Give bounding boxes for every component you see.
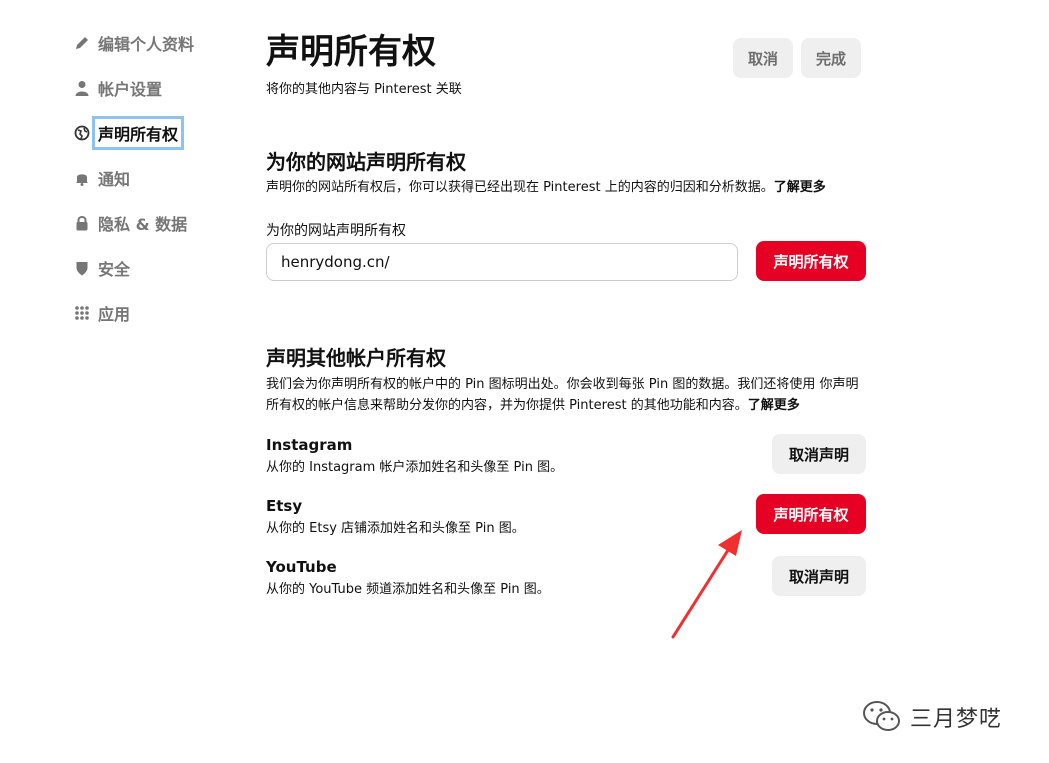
website-url-input[interactable] xyxy=(266,243,738,281)
account-description: 从你的 YouTube 频道添加姓名和头像至 Pin 图。 xyxy=(266,582,550,597)
done-button[interactable]: 完成 xyxy=(801,38,861,78)
sidebar-item-apps[interactable]: 应用 xyxy=(74,298,234,328)
lock-icon xyxy=(74,215,90,231)
settings-sidebar: 编辑个人资料 帐户设置 声明所有权 通知 隐私 & 数据 安全 应用 xyxy=(74,28,234,343)
sidebar-item-label: 安全 xyxy=(98,260,131,279)
website-section-title: 为你的网站声明所有权 xyxy=(266,150,466,174)
website-section-description: 声明你的网站所有权后，你可以获得已经出现在 Pinterest 上的内容的归因和… xyxy=(266,177,866,198)
shield-icon xyxy=(74,260,90,276)
annotation-arrow-icon xyxy=(671,530,742,639)
claim-website-button[interactable]: 声明所有权 xyxy=(756,241,866,281)
learn-more-link[interactable]: 了解更多 xyxy=(748,398,800,413)
account-name: Etsy xyxy=(266,497,303,515)
accounts-section-title: 声明其他帐户所有权 xyxy=(266,346,446,370)
claim-etsy-button[interactable]: 声明所有权 xyxy=(756,494,866,534)
learn-more-link[interactable]: 了解更多 xyxy=(774,180,826,195)
account-row-youtube: YouTube 从你的 YouTube 频道添加姓名和头像至 Pin 图。 取消… xyxy=(266,556,866,602)
unclaim-youtube-button[interactable]: 取消声明 xyxy=(772,556,866,596)
sidebar-item-security[interactable]: 安全 xyxy=(74,253,234,283)
accounts-section-description: 我们会为你声明所有权的帐户中的 Pin 图标明出处。你会收到每张 Pin 图的数… xyxy=(266,374,866,416)
sidebar-item-label: 声明所有权 xyxy=(92,116,185,150)
account-description: 从你的 Etsy 店铺添加姓名和头像至 Pin 图。 xyxy=(266,521,525,536)
sidebar-item-label: 帐户设置 xyxy=(98,80,163,99)
watermark: 三月梦呓 xyxy=(862,700,1002,734)
website-description-text: 声明你的网站所有权后，你可以获得已经出现在 Pinterest 上的内容的归因和… xyxy=(266,180,774,195)
account-row-instagram: Instagram 从你的 Instagram 帐户添加姓名和头像至 Pin 图… xyxy=(266,434,866,480)
pencil-icon xyxy=(74,35,90,51)
sidebar-item-notifications[interactable]: 通知 xyxy=(74,163,234,193)
cancel-button[interactable]: 取消 xyxy=(733,38,793,78)
sidebar-item-label: 应用 xyxy=(98,305,131,324)
wechat-icon xyxy=(863,701,900,731)
account-row-etsy: Etsy 从你的 Etsy 店铺添加姓名和头像至 Pin 图。 声明所有权 xyxy=(266,494,866,541)
bell-icon xyxy=(74,170,90,186)
grid-icon xyxy=(74,305,90,321)
sidebar-item-label: 隐私 & 数据 xyxy=(98,215,188,234)
sidebar-item-account-settings[interactable]: 帐户设置 xyxy=(74,73,234,103)
page-subtitle: 将你的其他内容与 Pinterest 关联 xyxy=(266,82,462,97)
sidebar-item-edit-profile[interactable]: 编辑个人资料 xyxy=(74,28,234,58)
sidebar-item-label: 通知 xyxy=(98,170,131,189)
account-description: 从你的 Instagram 帐户添加姓名和头像至 Pin 图。 xyxy=(266,460,564,475)
account-name: Instagram xyxy=(266,436,353,454)
person-icon xyxy=(74,80,90,96)
unclaim-instagram-button[interactable]: 取消声明 xyxy=(772,434,866,474)
website-field-label: 为你的网站声明所有权 xyxy=(266,223,406,239)
watermark-text: 三月梦呓 xyxy=(910,707,1003,732)
globe-icon xyxy=(74,125,90,141)
page-title: 声明所有权 xyxy=(266,32,436,72)
sidebar-item-claim[interactable]: 声明所有权 xyxy=(74,116,234,150)
sidebar-item-label: 编辑个人资料 xyxy=(98,35,195,54)
account-name: YouTube xyxy=(266,558,337,576)
sidebar-item-privacy[interactable]: 隐私 & 数据 xyxy=(74,208,234,238)
